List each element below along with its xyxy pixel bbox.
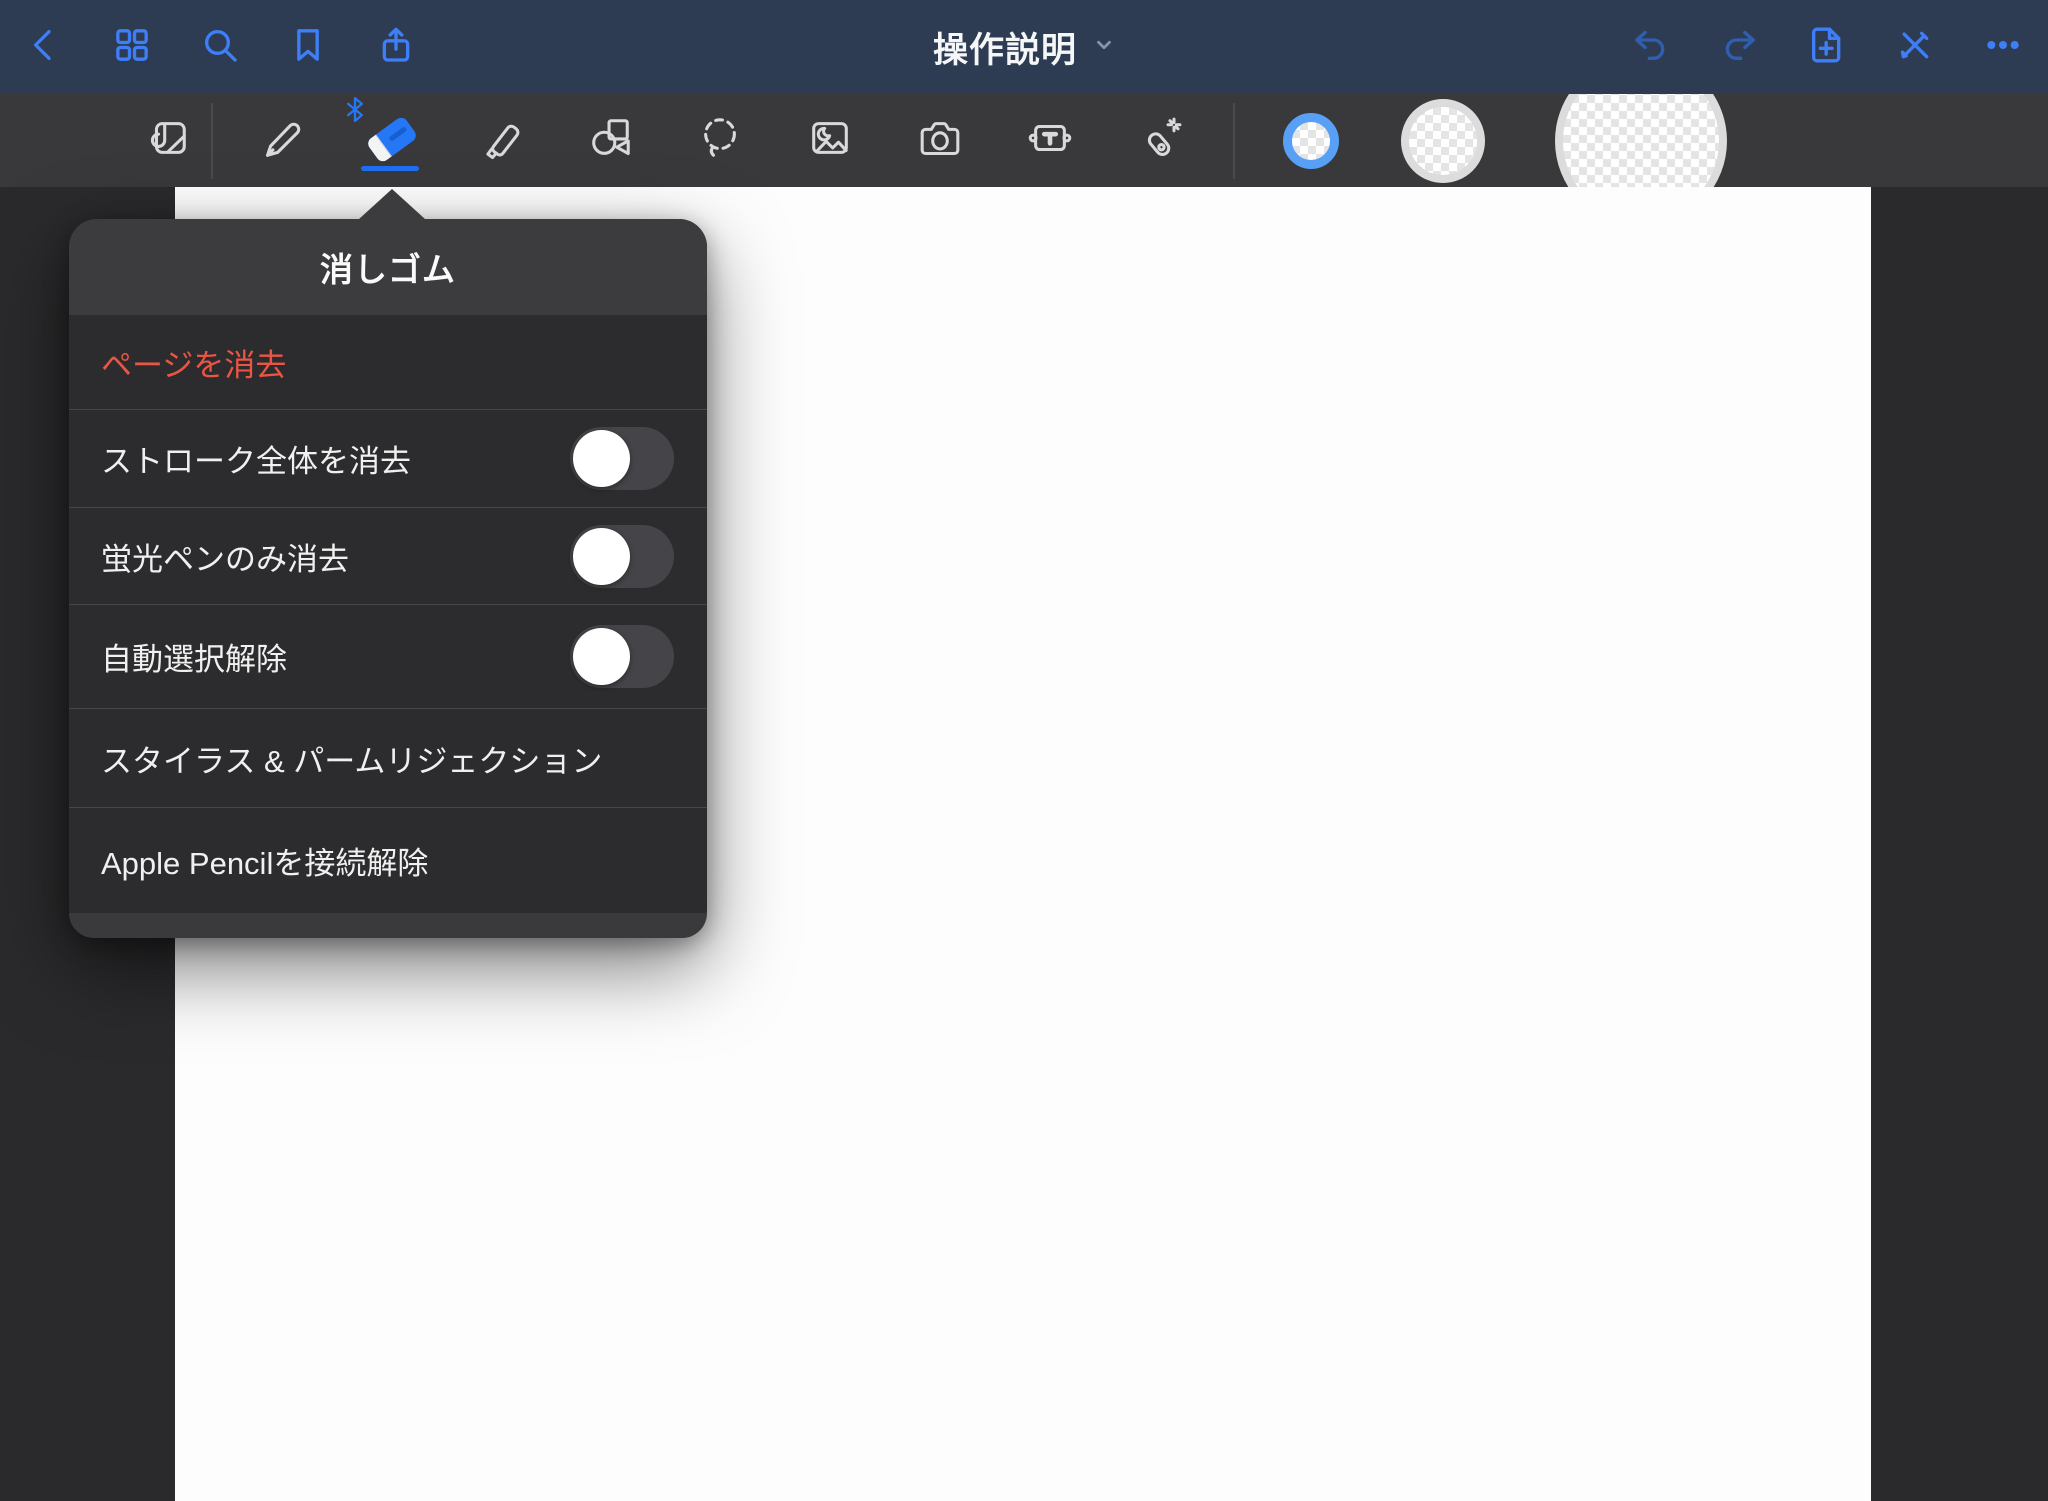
thumbnails-grid-icon — [112, 25, 152, 70]
auto-deselect-toggle[interactable] — [570, 625, 674, 688]
auto-deselect-row: 自動選択解除 — [69, 604, 707, 708]
navigation-bar: 操作説明 — [0, 0, 2048, 94]
search-icon — [200, 25, 240, 70]
bluetooth-icon — [347, 97, 363, 122]
erase-highlighter-only-row: 蛍光ペンのみ消去 — [69, 507, 707, 604]
back-icon — [24, 25, 64, 70]
erase-highlighter-only-toggle[interactable] — [570, 525, 674, 588]
pen-icon — [257, 115, 303, 166]
selected-tool-indicator — [361, 166, 419, 171]
view-mode-icon — [144, 115, 190, 166]
tool-camera[interactable] — [885, 94, 995, 187]
more-ellipsis-icon — [1983, 25, 2023, 70]
eraser-size-small[interactable] — [1283, 113, 1339, 169]
nav-left-group — [0, 25, 418, 69]
tool-shapes[interactable] — [555, 94, 665, 187]
popover-footer — [69, 913, 707, 938]
popover-arrow — [359, 189, 425, 219]
redo-icon — [1719, 25, 1759, 70]
popover-title: 消しゴム — [69, 219, 707, 315]
page-title: 操作説明 — [933, 22, 1077, 73]
camera-icon — [917, 115, 963, 166]
canvas-area: 消しゴム ページを消去 ストローク全体を消去 蛍光ペンのみ消去 自動選択解除 ス… — [0, 187, 2048, 1501]
add-page-icon — [1807, 25, 1847, 70]
erase-entire-stroke-label: ストローク全体を消去 — [101, 436, 570, 481]
share-button[interactable] — [374, 25, 418, 69]
disconnect-apple-pencil-item[interactable]: Apple Pencilを接続解除 — [69, 807, 707, 913]
stylus-palm-rejection-label: スタイラス & パームリジェクション — [101, 736, 674, 781]
erase-entire-stroke-toggle[interactable] — [570, 427, 674, 490]
undo-button[interactable] — [1629, 25, 1673, 69]
tool-laser-pointer[interactable] — [1105, 94, 1215, 187]
tool-lasso[interactable] — [665, 94, 775, 187]
erase-page-item[interactable]: ページを消去 — [69, 315, 707, 409]
pen-disabled-icon — [1895, 25, 1935, 70]
toggle-knob — [573, 628, 630, 685]
share-icon — [376, 25, 416, 70]
bookmark-icon — [288, 25, 328, 70]
add-page-button[interactable] — [1805, 25, 1849, 69]
tool-eraser[interactable] — [335, 94, 445, 187]
tool-view-mode[interactable] — [123, 94, 211, 187]
image-icon — [807, 115, 853, 166]
nav-right-group — [1629, 25, 2048, 69]
search-button[interactable] — [198, 25, 242, 69]
shapes-icon — [587, 115, 633, 166]
laser-pointer-icon — [1137, 115, 1183, 166]
redo-button[interactable] — [1717, 25, 1761, 69]
undo-icon — [1631, 25, 1671, 70]
toolbar-divider-2 — [1233, 103, 1235, 179]
erase-highlighter-only-label: 蛍光ペンのみ消去 — [101, 534, 570, 579]
toolbar-divider — [211, 103, 213, 179]
highlighter-icon — [477, 115, 523, 166]
bookmark-button[interactable] — [286, 25, 330, 69]
eraser-size-medium[interactable] — [1401, 99, 1485, 183]
erase-page-label: ページを消去 — [101, 340, 674, 385]
stylus-palm-rejection-item[interactable]: スタイラス & パームリジェクション — [69, 708, 707, 807]
document-title-dropdown[interactable]: 操作説明 — [933, 0, 1115, 94]
thumbnails-button[interactable] — [110, 25, 154, 69]
erase-entire-stroke-row: ストローク全体を消去 — [69, 409, 707, 507]
disconnect-apple-pencil-label: Apple Pencilを接続解除 — [101, 838, 674, 883]
lasso-icon — [697, 115, 743, 166]
auto-deselect-label: 自動選択解除 — [101, 634, 570, 679]
eraser-icon — [355, 106, 425, 176]
tool-highlighter[interactable] — [445, 94, 555, 187]
more-button[interactable] — [1981, 25, 2025, 69]
toggle-knob — [573, 430, 630, 487]
tool-pen[interactable] — [225, 94, 335, 187]
text-icon — [1027, 115, 1073, 166]
stop-editing-button[interactable] — [1893, 25, 1937, 69]
chevron-down-icon — [1093, 34, 1115, 61]
tool-text[interactable] — [995, 94, 1105, 187]
tool-bar — [0, 94, 2048, 187]
eraser-size-large[interactable] — [1555, 94, 1727, 187]
toggle-knob — [573, 528, 630, 585]
tool-image[interactable] — [775, 94, 885, 187]
eraser-options-popover: 消しゴム ページを消去 ストローク全体を消去 蛍光ペンのみ消去 自動選択解除 ス… — [69, 219, 707, 938]
back-button[interactable] — [22, 25, 66, 69]
